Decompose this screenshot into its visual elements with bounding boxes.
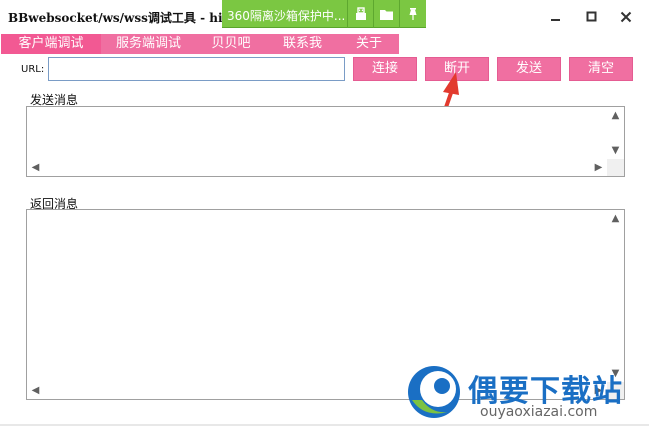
scroll-down-icon[interactable]: ▼ xyxy=(607,142,624,159)
tab-bar: 客户端调试 服务端调试 贝贝吧 联系我 关于 xyxy=(0,34,649,54)
url-label: URL: xyxy=(21,64,45,75)
watermark: 偶要下载站 ouyaoxiazai.com xyxy=(402,360,642,422)
tab-about[interactable]: 关于 xyxy=(339,34,399,54)
url-input[interactable] xyxy=(48,57,345,81)
watermark-url: ouyaoxiazai.com xyxy=(480,404,598,420)
minimize-icon[interactable] xyxy=(538,0,574,33)
scroll-corner xyxy=(607,159,624,176)
close-icon[interactable] xyxy=(608,0,644,33)
folder-icon[interactable] xyxy=(373,0,399,28)
sandbox-status-text: 360隔离沙箱保护中... xyxy=(227,9,346,23)
tab-beibei[interactable]: 贝贝吧 xyxy=(196,34,266,54)
sandbox-protection-bar: 360隔离沙箱保护中... xyxy=(222,0,426,28)
watermark-logo-icon xyxy=(408,366,460,418)
tab-contact[interactable]: 联系我 xyxy=(266,34,339,54)
usb-icon[interactable] xyxy=(347,0,373,28)
scroll-right-icon[interactable]: ▶ xyxy=(590,159,607,176)
scroll-left-icon[interactable]: ◀ xyxy=(27,159,44,176)
tab-client-debug[interactable]: 客户端调试 xyxy=(1,34,101,54)
send-vertical-scrollbar[interactable]: ▲ ▼ xyxy=(607,107,624,159)
tab-server-debug[interactable]: 服务端调试 xyxy=(101,34,196,54)
send-button[interactable]: 发送 xyxy=(497,57,561,81)
maximize-icon[interactable] xyxy=(574,0,610,33)
window-title: BBwebsocket/ws/wss调试工具 - hi xyxy=(8,11,223,25)
clear-button[interactable]: 清空 xyxy=(569,57,633,81)
send-horizontal-scrollbar[interactable]: ◀ ▶ xyxy=(27,159,607,176)
scroll-up-icon[interactable]: ▲ xyxy=(607,107,624,124)
pin-icon[interactable] xyxy=(399,0,425,28)
title-bar: BBwebsocket/ws/wss调试工具 - hi 360隔离沙箱保护中..… xyxy=(0,0,649,33)
scroll-left-icon[interactable]: ◀ xyxy=(27,382,44,399)
send-message-textarea[interactable]: ▲ ▼ ◀ ▶ xyxy=(26,106,625,177)
receive-vertical-scrollbar[interactable]: ▲ ▼ xyxy=(607,210,624,382)
connect-button[interactable]: 连接 xyxy=(353,57,417,81)
scroll-up-icon[interactable]: ▲ xyxy=(607,210,624,227)
